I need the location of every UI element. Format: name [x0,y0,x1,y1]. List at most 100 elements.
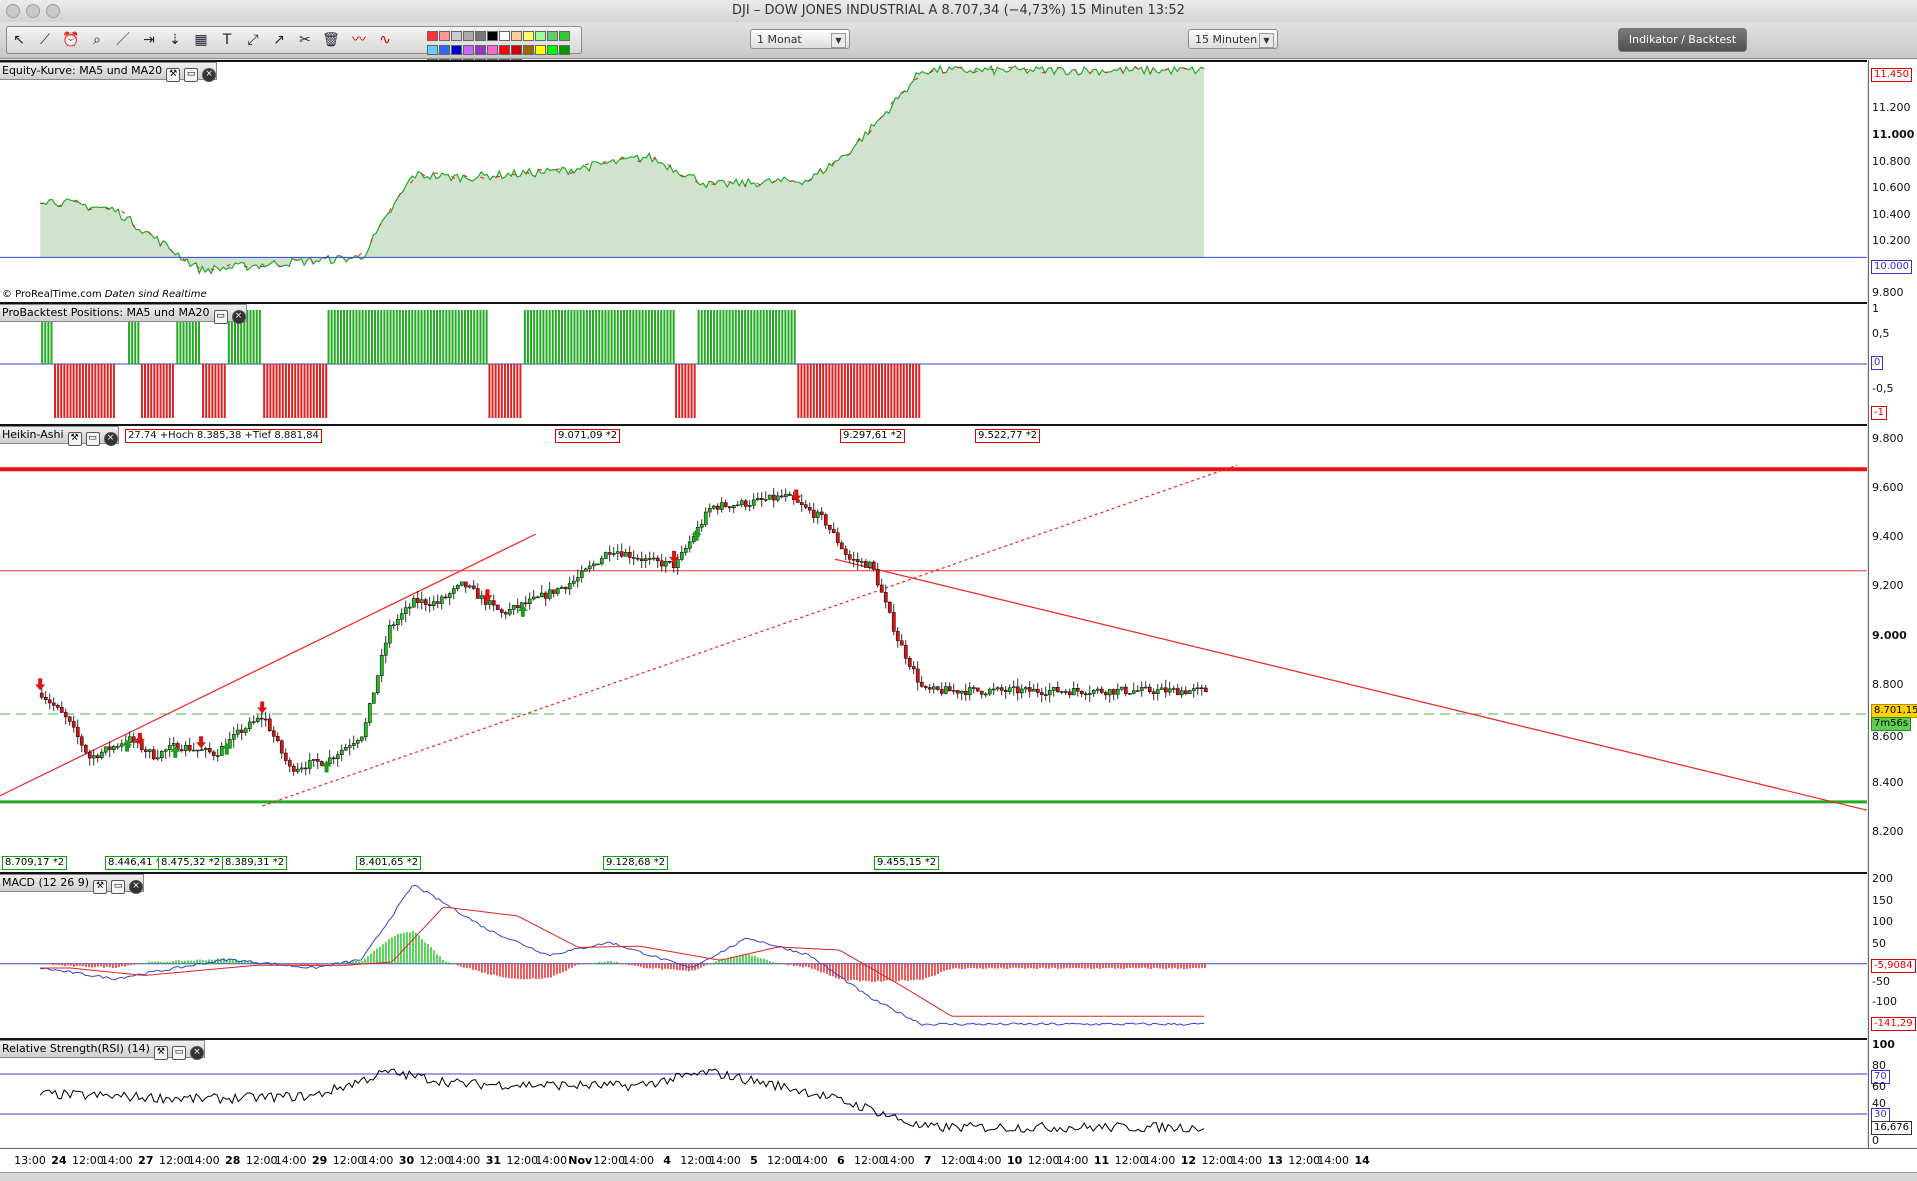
time-axis[interactable]: 13:00 24 12:00 14:00 27 12:00 14:00 28 12:00 14:0… [0,1148,1917,1173]
candle [1159,687,1164,690]
close-icon[interactable]: × [189,1046,204,1060]
time-tick: 14:00 [709,1154,741,1167]
close-icon[interactable]: × [103,432,118,446]
interval-select[interactable]: 15 Minuten ▼ [1188,29,1278,49]
fibonacci-icon[interactable]: ▦ [191,30,211,50]
close-icon[interactable]: × [231,310,246,324]
macd-histogram-bar [826,963,828,974]
long-position-bar [672,310,675,364]
maximize-icon[interactable]: ▭ [171,1046,186,1060]
color-swatch[interactable] [547,31,558,41]
wrench-icon[interactable]: ⚒ [153,1046,168,1060]
macd-histogram-bar [511,963,513,979]
macd-histogram-bar [175,960,177,964]
macd-histogram-bar [757,957,759,964]
tools-icon[interactable]: ✂ [295,30,315,50]
candle [883,592,888,603]
color-swatch[interactable] [511,31,522,41]
hline-icon[interactable]: ⇥ [139,30,159,50]
wrench-icon[interactable]: ⚒ [166,68,181,82]
color-swatch[interactable] [559,45,570,55]
macd-histogram-bar [529,963,531,980]
vline-icon[interactable]: ⇣ [165,30,185,50]
short-position-bar [681,364,684,418]
short-position-bar [266,364,269,418]
color-swatch[interactable] [499,31,510,41]
indicator-backtest-button[interactable]: Indikator / Backtest [1618,28,1747,52]
wrench-icon[interactable]: ⚒ [67,432,82,446]
color-swatch[interactable] [451,31,462,41]
color-swatch[interactable] [475,45,486,55]
color-swatch[interactable] [475,31,486,41]
long-position-bar [467,310,470,364]
rsi-panel[interactable]: Relative Strength(RSI) (14) ⚒ ▭ × [0,1038,1867,1148]
macd-panel[interactable]: MACD (12 26 9) ⚒ ▭ × [0,872,1867,1038]
maximize-icon[interactable]: ▭ [213,310,228,324]
color-palette[interactable] [427,31,582,69]
close-icon[interactable]: × [129,880,144,894]
color-swatch[interactable] [439,31,450,41]
period-select[interactable]: 1 Monat ▼ [750,29,850,49]
wrench-icon[interactable]: ⚒ [93,880,108,894]
window-title: DJI – DOW JONES INDUSTRIAL A 8.707,34 (−… [732,3,1185,18]
short-position-bar [109,364,112,418]
color-swatch[interactable] [451,45,462,55]
macd-histogram-bar [118,963,120,967]
candle [451,588,456,594]
cursor-icon[interactable]: ↖ [9,30,29,50]
long-position-bar [632,310,635,364]
macd-histogram-bar [1144,963,1146,968]
chart-type-icon[interactable]: 〰 [349,30,369,50]
long-position-bar [398,310,401,364]
color-swatch[interactable] [559,31,570,41]
macd-histogram-bar [1186,963,1188,969]
channel-icon[interactable]: ⤢ [243,30,263,50]
equity-panel[interactable]: Equity-Kurve: MA5 und MA20 ⚒ ▭ × © ProRealT… [0,60,1867,302]
indicator-icon[interactable]: ∿ [375,30,395,50]
color-swatch[interactable] [439,45,450,55]
long-position-bar [420,310,423,364]
color-swatch[interactable] [511,45,522,55]
color-swatch[interactable] [523,45,534,55]
color-swatch[interactable] [535,31,546,41]
maximize-icon[interactable]: ▭ [184,68,199,82]
candle [391,624,396,627]
color-swatch[interactable] [487,45,498,55]
long-position-bar [432,310,435,364]
price-panel[interactable]: Heikin-Ashi ⚒ ▭ × 27.74 +Hoch 8.385,38 +Tie… [0,424,1867,872]
short-position-bar [325,364,328,418]
close-icon[interactable]: × [202,68,217,82]
color-swatch[interactable] [463,31,474,41]
trendline-icon[interactable]: ／ [113,30,133,50]
candle [1119,686,1124,690]
time-tick: 12:00 [853,1154,886,1167]
zoom-icon[interactable]: ⌕ [87,30,107,50]
arrow-icon[interactable]: ↗ [269,30,289,50]
color-swatch[interactable] [547,45,558,55]
candle [575,577,580,582]
alarm-icon[interactable]: ⏰ [61,30,81,50]
ruler-icon[interactable]: ⟋ [35,30,55,50]
trash-icon[interactable]: 🗑 [321,30,341,50]
time-tick: 14:00 [187,1154,220,1167]
color-swatch[interactable] [427,31,438,41]
text-icon[interactable]: T [217,30,237,50]
color-swatch[interactable] [499,45,510,55]
maximize-icon[interactable]: ▭ [111,880,126,894]
color-swatch[interactable] [487,31,498,41]
color-swatch[interactable] [463,45,474,55]
color-swatch[interactable] [523,31,534,41]
long-position-bar [374,310,377,364]
time-tick: Nov [568,1154,593,1167]
macd-histogram-bar [1027,963,1029,969]
positions-panel[interactable]: ProBacktest Positions: MA5 und MA20 ▭ × [0,302,1867,424]
candle [767,494,772,500]
color-swatch[interactable] [427,45,438,55]
candle [383,642,388,656]
short-position-bar [75,364,78,418]
macd-histogram-bar [919,963,921,980]
maximize-icon[interactable]: ▭ [85,432,100,446]
axis-tick: 8.800 [1872,678,1904,691]
macd-histogram-bar [901,963,903,980]
color-swatch[interactable] [535,45,546,55]
